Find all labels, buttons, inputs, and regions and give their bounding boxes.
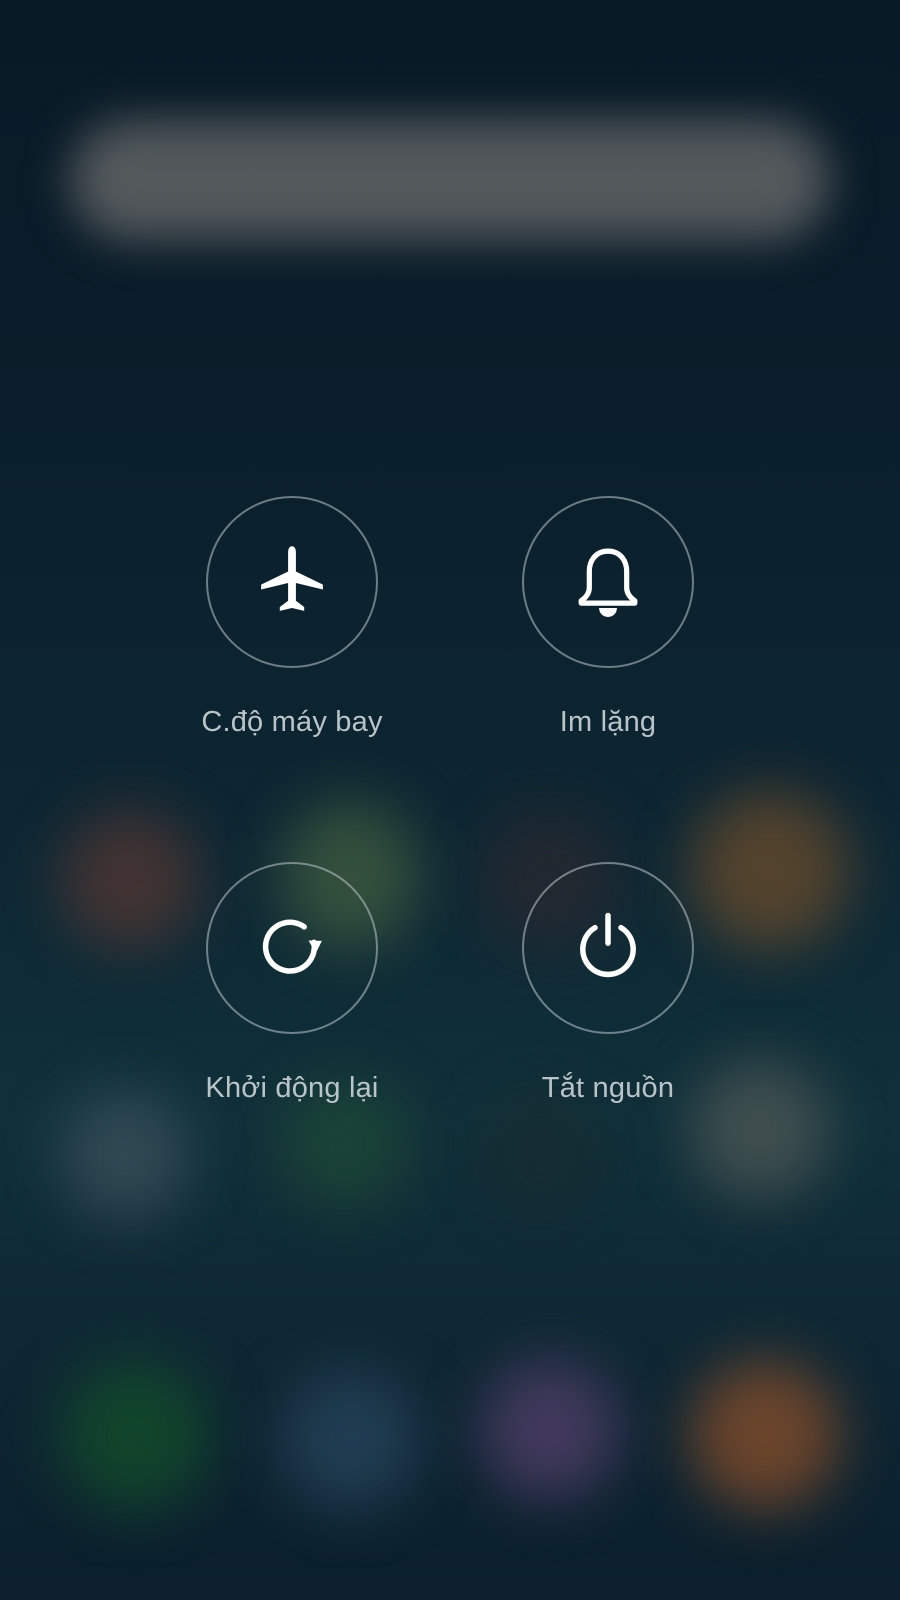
airplane-mode-label: C.độ máy bay [201,706,383,738]
airplane-mode-button[interactable]: C.độ máy bay [142,496,442,776]
silent-mode-ring[interactable] [522,496,694,668]
power-off-button[interactable]: Tắt nguồn [458,862,758,1142]
restart-button[interactable]: Khởi động lại [142,862,442,1142]
airplane-mode-ring[interactable] [206,496,378,668]
restart-label: Khởi động lại [205,1072,379,1104]
power-icon [580,912,636,978]
restart-ring[interactable] [206,862,378,1034]
bell-icon [578,548,638,617]
airplane-icon [261,546,323,611]
silent-mode-button[interactable]: Im lặng [458,496,758,776]
power-menu: C.độ máy bay Im lặng Khởi động lại Tắt n… [0,0,900,1600]
restart-icon [262,919,322,974]
silent-mode-label: Im lặng [559,706,657,738]
power-off-label: Tắt nguồn [541,1072,675,1104]
power-off-ring[interactable] [522,862,694,1034]
